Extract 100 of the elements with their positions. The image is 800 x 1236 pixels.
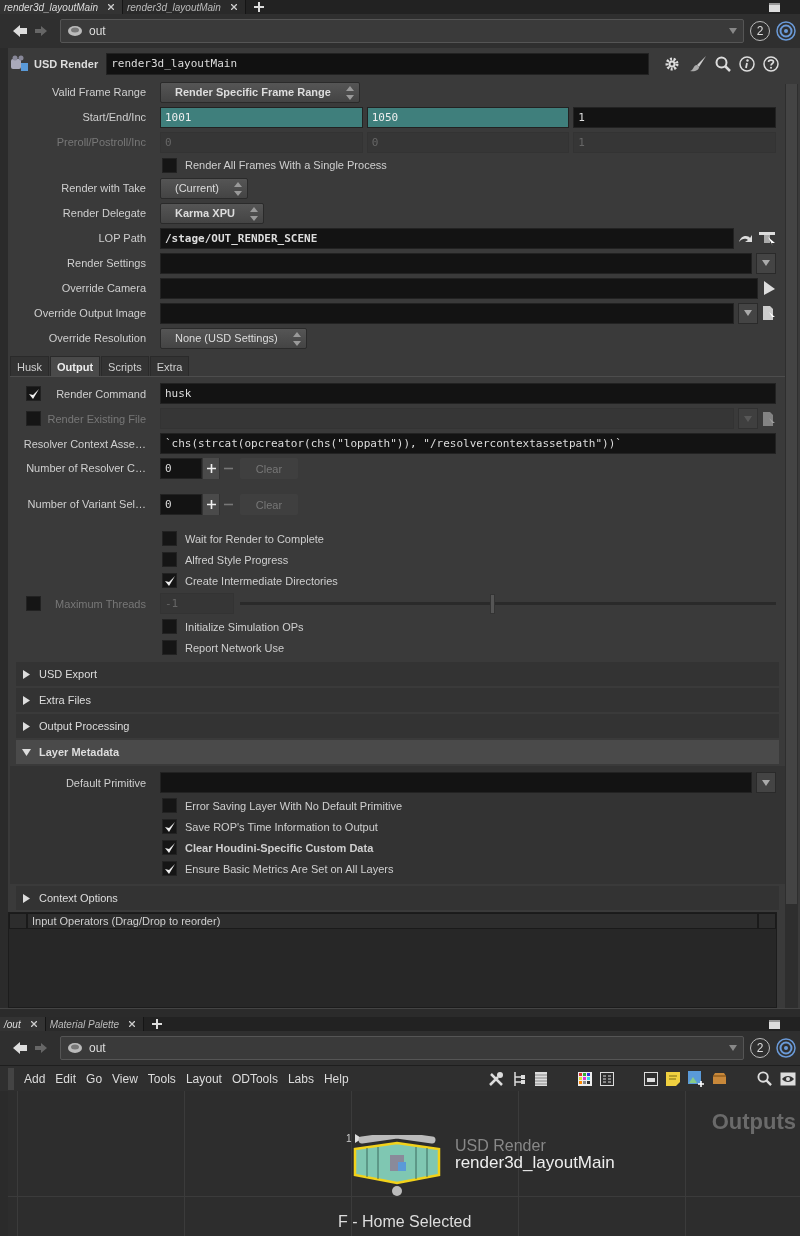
close-icon[interactable] xyxy=(107,4,114,10)
pane-menu-icon[interactable] xyxy=(769,1019,780,1029)
color-palette-icon[interactable] xyxy=(578,1071,592,1086)
add-button[interactable] xyxy=(202,494,219,516)
text-field[interactable] xyxy=(160,772,752,794)
node-chooser-icon[interactable] xyxy=(758,230,776,247)
parameter-label: Render Existing File xyxy=(46,412,147,425)
number-field[interactable]: 1050 xyxy=(366,106,570,128)
collapse-arrow-icon xyxy=(22,747,31,757)
grid-icon[interactable] xyxy=(600,1071,614,1086)
dropdown-button[interactable] xyxy=(738,302,758,324)
dropdown-arrow-icon xyxy=(729,1045,737,1051)
input-arrow-icon[interactable] xyxy=(355,1134,362,1143)
checkbox[interactable] xyxy=(162,640,177,656)
list-icon[interactable] xyxy=(534,1070,548,1087)
checkbox-label: Save ROP's Time Information to Output xyxy=(185,820,378,833)
path-field[interactable]: out xyxy=(60,1036,744,1060)
scrollbar[interactable] xyxy=(785,84,798,1008)
checkbox[interactable] xyxy=(162,619,177,635)
number-field[interactable]: 0 xyxy=(160,458,202,480)
parameter-tab[interactable]: Output xyxy=(50,355,101,377)
checkbox[interactable] xyxy=(26,386,41,402)
info-icon[interactable] xyxy=(739,55,755,72)
folder-header[interactable]: Context Options xyxy=(16,886,779,911)
search-icon[interactable] xyxy=(757,1071,772,1086)
menu-item[interactable]: Go xyxy=(86,1071,103,1086)
plus-icon[interactable] xyxy=(152,1019,163,1029)
target-icon[interactable] xyxy=(776,1038,796,1058)
updown-arrows-icon xyxy=(345,85,354,100)
menu-item[interactable]: Layout xyxy=(185,1071,222,1086)
parameter-tab[interactable]: Scripts xyxy=(101,355,149,377)
checkbox[interactable] xyxy=(162,798,177,814)
menu-item[interactable]: Labs xyxy=(287,1071,314,1086)
image-icon[interactable] xyxy=(688,1070,704,1087)
output-context-icon xyxy=(67,1042,83,1054)
close-icon[interactable] xyxy=(30,1021,37,1027)
number-field[interactable]: 1001 xyxy=(160,106,363,128)
text-field[interactable]: husk xyxy=(160,383,776,405)
parameter-tab[interactable]: Husk xyxy=(10,355,50,377)
help-icon[interactable] xyxy=(763,55,779,72)
checkbox[interactable] xyxy=(162,552,177,568)
render-node[interactable] xyxy=(352,1135,442,1197)
checkbox-label: Clear Houdini-Specific Custom Data xyxy=(185,841,374,854)
checkbox-label: Error Saving Layer With No Default Primitive xyxy=(185,799,402,812)
close-icon[interactable] xyxy=(129,1021,136,1027)
search-icon[interactable] xyxy=(715,55,731,72)
dropdown-button[interactable] xyxy=(756,772,776,794)
toolbar-handle[interactable] xyxy=(8,1067,14,1090)
node-name-field[interactable]: render3d_layoutMain xyxy=(106,52,649,75)
text-field[interactable]: `chs(strcat(opcreator(chs("loppath")), "/resolvercontextassetpath"))` xyxy=(160,433,776,455)
checkbox[interactable] xyxy=(162,531,177,547)
target-icon[interactable] xyxy=(776,21,796,41)
checkbox[interactable] xyxy=(162,573,177,589)
checkbox[interactable] xyxy=(162,861,177,877)
checkbox[interactable] xyxy=(162,819,177,835)
dropdown-arrow-icon xyxy=(762,779,770,786)
package-icon[interactable] xyxy=(712,1072,727,1085)
folder-header[interactable]: Extra Files xyxy=(16,688,779,713)
file-icon[interactable] xyxy=(762,305,776,322)
menu-item[interactable]: View xyxy=(112,1071,138,1086)
tree-icon[interactable] xyxy=(512,1070,526,1087)
number-field[interactable]: 1 xyxy=(573,106,776,128)
checkbox[interactable] xyxy=(162,840,177,856)
menu-item[interactable]: Help xyxy=(323,1071,349,1086)
plus-icon[interactable] xyxy=(253,2,264,12)
menu-button[interactable]: None (USD Settings) xyxy=(160,327,307,349)
dropdown-button[interactable] xyxy=(756,252,776,274)
menu-button[interactable]: Karma XPU xyxy=(160,202,264,224)
pane-menu-icon[interactable] xyxy=(769,2,780,12)
network-box-icon[interactable] xyxy=(644,1071,658,1086)
menu-item[interactable]: Add xyxy=(24,1071,46,1086)
folder-header[interactable]: Layer Metadata xyxy=(16,740,779,765)
back-arrow-icon[interactable] xyxy=(12,1041,28,1055)
text-field[interactable]: /stage/OUT_RENDER_SCENE xyxy=(160,227,734,249)
number-field[interactable]: 0 xyxy=(160,494,202,516)
tools-icon[interactable] xyxy=(488,1070,504,1087)
menu-button[interactable]: Render Specific Frame Range xyxy=(160,81,360,103)
sticky-note-icon[interactable] xyxy=(666,1071,680,1086)
back-arrow-icon[interactable] xyxy=(12,24,28,38)
close-icon[interactable] xyxy=(230,4,237,10)
pointer-icon[interactable] xyxy=(762,280,776,297)
menu-button[interactable]: (Current) xyxy=(160,177,248,199)
menu-item[interactable]: Edit xyxy=(55,1071,77,1086)
eye-icon[interactable] xyxy=(780,1071,796,1086)
text-field[interactable] xyxy=(160,277,758,299)
pane-tab[interactable]: render3d_layoutMain xyxy=(0,0,123,14)
pane-tab[interactable]: /out xyxy=(0,1017,46,1031)
folder-header[interactable]: USD Export xyxy=(16,662,779,687)
text-field[interactable] xyxy=(160,302,734,324)
parameter-tab[interactable]: Extra xyxy=(149,355,190,377)
pane-tab[interactable]: Material Palette xyxy=(45,1017,145,1031)
add-button[interactable] xyxy=(202,458,219,480)
pane-tab[interactable]: render3d_layoutMain xyxy=(122,0,246,14)
path-field[interactable]: out xyxy=(60,19,744,43)
folder-header[interactable]: Output Processing xyxy=(16,714,779,739)
checkbox[interactable] xyxy=(162,157,177,173)
menu-item[interactable]: ODTools xyxy=(231,1071,278,1086)
menu-item[interactable]: Tools xyxy=(147,1071,176,1086)
text-field[interactable] xyxy=(160,252,752,274)
dropdown-arrow-icon xyxy=(729,28,737,34)
